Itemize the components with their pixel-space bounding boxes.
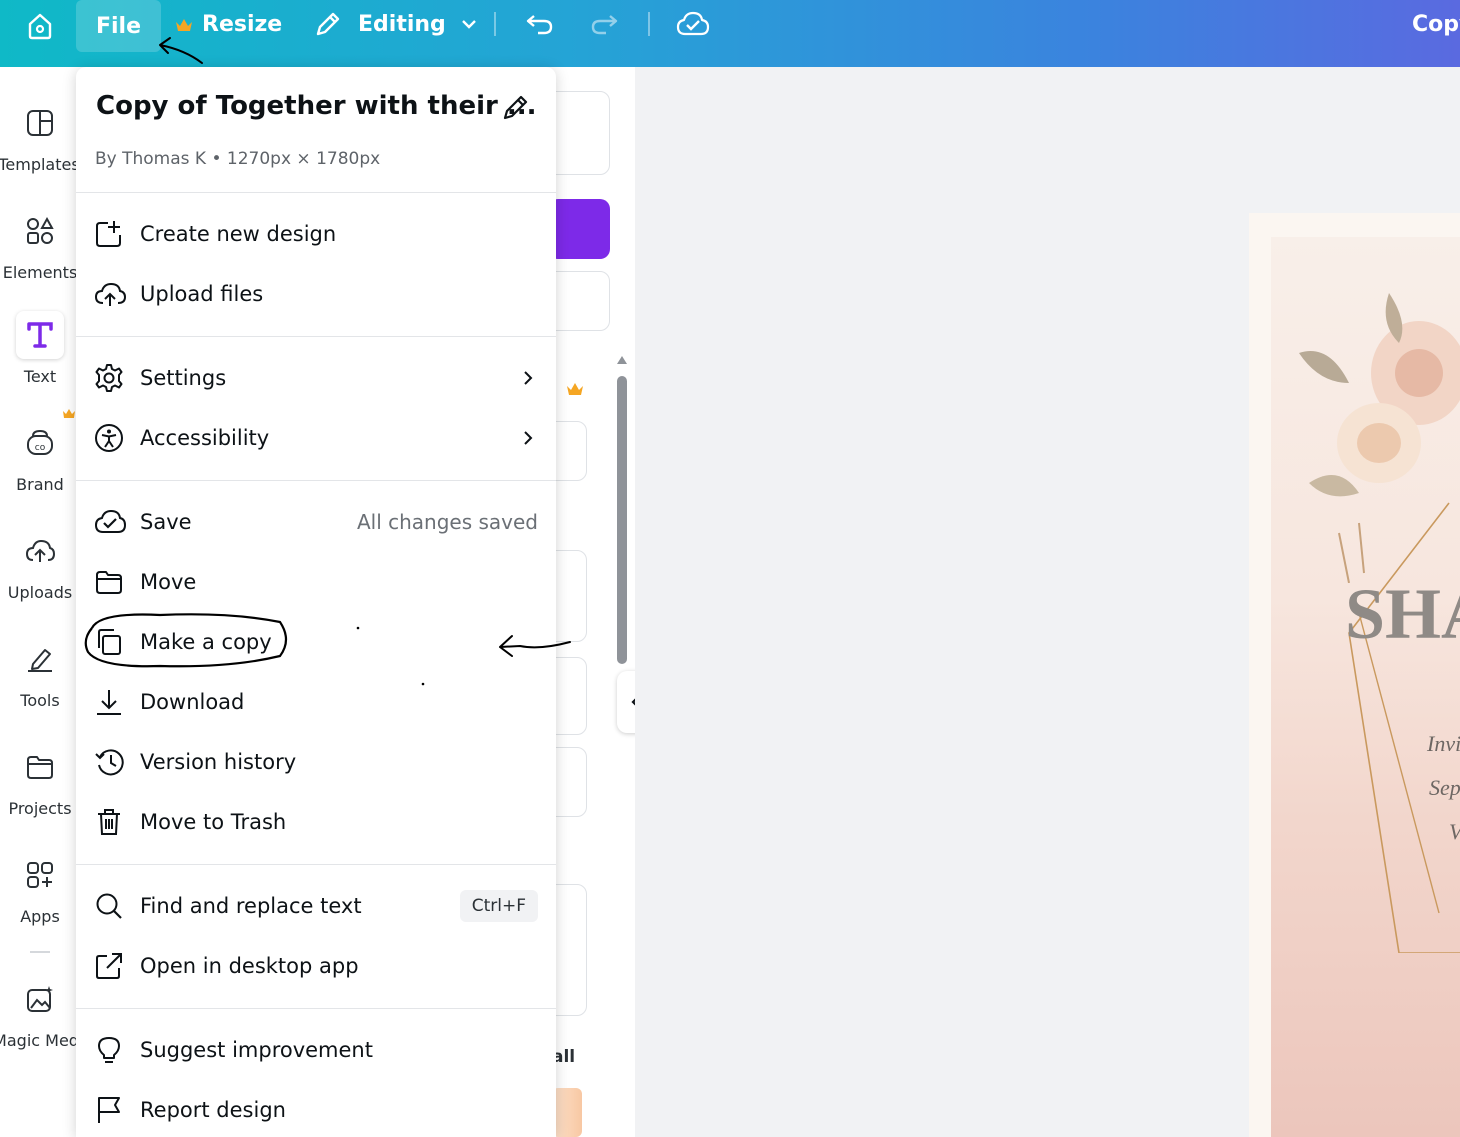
file-menu: Copy of Together with their ... By Thoma… — [76, 67, 556, 1137]
undo-button[interactable] — [524, 8, 556, 40]
flag-icon — [94, 1093, 140, 1127]
resize-button[interactable]: Resize — [174, 12, 282, 37]
sidebar-item-templates[interactable]: Templates — [0, 99, 80, 174]
templates-icon — [16, 99, 64, 147]
trash-icon — [94, 805, 140, 839]
sidebar-item-text[interactable]: Text — [0, 311, 80, 386]
toolbar-divider — [648, 12, 650, 36]
history-icon — [94, 745, 140, 779]
editing-mode-dropdown[interactable]: Editing — [312, 8, 480, 40]
chevron-right-icon — [518, 368, 538, 388]
home-icon — [28, 13, 52, 40]
tools-icon — [16, 635, 64, 683]
menu-item-report-design[interactable]: Report design — [94, 1085, 538, 1135]
menu-item-version-history[interactable]: Version history — [94, 737, 538, 787]
crown-icon — [176, 18, 192, 31]
menu-item-save[interactable]: Save All changes saved — [94, 497, 538, 547]
sidebar-item-projects[interactable]: Projects — [0, 743, 80, 818]
upload-cloud-icon — [94, 277, 140, 311]
menu-item-move-to-trash[interactable]: Move to Trash — [94, 797, 538, 847]
left-sidebar: Templates Elements Text co Brand Uploads… — [0, 67, 80, 1137]
shortcut-badge: Ctrl+F — [459, 890, 538, 922]
menu-item-open-in-desktop-app[interactable]: Open in desktop app — [94, 941, 538, 991]
gold-geometric-frame — [1348, 502, 1460, 953]
copy-icon — [94, 625, 140, 659]
menu-item-accessibility[interactable]: Accessibility — [94, 413, 538, 463]
sidebar-item-magic-media[interactable]: Magic Med — [0, 975, 80, 1050]
search-icon — [94, 889, 140, 923]
sidebar-divider — [30, 951, 50, 953]
design-text-line[interactable]: V — [1449, 819, 1460, 845]
panel-scrollbar[interactable] — [617, 376, 627, 664]
file-menu-button[interactable]: File — [76, 0, 161, 52]
elements-icon — [16, 207, 64, 255]
menu-item-make-a-copy[interactable]: Make a copy — [94, 617, 538, 667]
panel-thumbnail[interactable] — [552, 1088, 582, 1137]
top-toolbar: File Resize Editing Copy — [0, 0, 1460, 67]
cloud-check-icon — [94, 505, 140, 539]
gear-icon — [94, 361, 140, 395]
design-text-line[interactable]: Invi — [1427, 731, 1460, 757]
menu-item-create-new-design[interactable]: Create new design — [94, 209, 538, 259]
sidebar-item-apps[interactable]: Apps — [0, 851, 80, 926]
redo-button[interactable] — [588, 8, 620, 40]
menu-divider — [76, 480, 556, 481]
menu-item-upload-files[interactable]: Upload files — [94, 269, 538, 319]
folder-icon — [94, 565, 140, 599]
undo-icon — [526, 15, 553, 35]
sidebar-item-brand[interactable]: co Brand — [0, 409, 80, 494]
sidebar-item-elements[interactable]: Elements — [0, 207, 80, 282]
cloud-check-icon — [676, 11, 710, 36]
home-button[interactable] — [24, 10, 56, 42]
sidebar-item-tools[interactable]: Tools — [0, 635, 80, 710]
svg-text:co: co — [35, 443, 46, 453]
text-icon — [16, 311, 64, 359]
uploads-icon — [16, 527, 64, 575]
sidebar-item-uploads[interactable]: Uploads — [0, 527, 80, 602]
pencil-icon — [503, 95, 528, 120]
projects-icon — [16, 743, 64, 791]
design-title-text[interactable]: SHA — [1345, 573, 1460, 656]
brand-icon: co — [16, 419, 64, 467]
design-title[interactable]: Copy of Together with their ... — [96, 91, 537, 121]
toolbar-divider — [494, 12, 496, 36]
resize-label: Resize — [202, 12, 283, 37]
download-icon — [94, 685, 140, 719]
external-link-icon — [94, 949, 140, 983]
menu-divider — [76, 192, 556, 193]
menu-divider — [76, 1008, 556, 1009]
menu-divider — [76, 864, 556, 865]
pencil-icon — [316, 12, 340, 36]
menu-divider — [76, 336, 556, 337]
design-page[interactable]: SHA Invi Sep V — [1249, 213, 1460, 1137]
editing-label: Editing — [358, 11, 446, 37]
file-label: File — [95, 13, 142, 39]
redo-icon — [591, 15, 618, 35]
magic-media-icon — [16, 975, 64, 1023]
crown-icon — [63, 409, 75, 418]
menu-item-download[interactable]: Download — [94, 677, 538, 727]
save-status-button[interactable] — [676, 8, 710, 40]
menu-item-find-and-replace[interactable]: Find and replace text Ctrl+F — [94, 881, 538, 931]
crown-icon — [567, 383, 583, 395]
chevron-right-icon — [518, 428, 538, 448]
chevron-down-icon — [461, 20, 476, 29]
menu-item-settings[interactable]: Settings — [94, 353, 538, 403]
create-new-design-icon — [94, 217, 140, 251]
rename-button[interactable] — [500, 91, 532, 123]
save-status-text: All changes saved — [356, 510, 538, 534]
accessibility-icon — [94, 421, 140, 455]
apps-icon — [16, 851, 64, 899]
panel-primary-button[interactable] — [548, 199, 610, 259]
lightbulb-icon — [94, 1033, 140, 1067]
scroll-up-arrow[interactable] — [617, 356, 627, 364]
copy-label-truncated: Copy — [1412, 12, 1460, 37]
design-meta: By Thomas K • 1270px × 1780px — [95, 149, 381, 169]
design-text-line[interactable]: Sep — [1429, 775, 1460, 801]
menu-item-move[interactable]: Move — [94, 557, 538, 607]
menu-item-suggest-improvement[interactable]: Suggest improvement — [94, 1025, 538, 1075]
